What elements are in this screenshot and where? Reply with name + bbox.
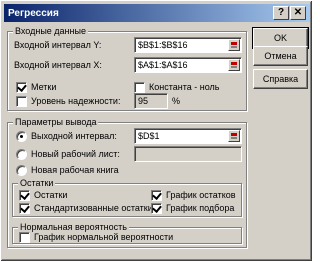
regression-dialog: Регрессия ? ✕ Входные данные Входной инт… (0, 0, 313, 262)
input-data-group: Входные данные Входной интервал Y: $B$1:… (7, 26, 247, 111)
y-range-input[interactable]: $B$1:$B$16 (134, 37, 242, 53)
confidence-unit: % (172, 96, 181, 106)
output-range-radio[interactable] (16, 131, 27, 142)
residuals-label: Остатки (34, 190, 68, 200)
close-button[interactable]: ✕ (290, 6, 306, 20)
normal-probability-group-title: Нормальная вероятность (18, 222, 129, 232)
input-data-group-title: Входные данные (13, 26, 88, 36)
residuals-group: Остатки Остатки Стандартизованные остатк… (12, 178, 242, 217)
ok-button[interactable]: OK (252, 27, 309, 49)
new-sheet-input[interactable] (134, 146, 242, 162)
residuals-group-title: Остатки (18, 178, 56, 188)
normal-probability-group: Нормальная вероятность График нормальной… (12, 222, 242, 244)
y-range-value: $B$1:$B$16 (138, 40, 188, 50)
x-range-input[interactable]: $A$1:$A$16 (134, 57, 242, 73)
normal-probability-plot-label: График нормальной вероятности (34, 232, 174, 242)
output-range-input[interactable]: $D$1 (134, 128, 242, 144)
constant-zero-label: Константа - ноль (149, 82, 220, 92)
fit-plot-checkbox[interactable] (151, 203, 162, 214)
new-workbook-radio[interactable] (16, 165, 27, 176)
y-range-collapse-icon[interactable] (228, 39, 240, 51)
new-sheet-radio[interactable] (16, 149, 27, 160)
new-workbook-label: Новая рабочая книга (31, 165, 119, 175)
new-sheet-label: Новый рабочий лист: (31, 149, 120, 159)
output-options-group: Параметры вывода Выходной интервал: $D$1… (7, 117, 247, 248)
standardized-residuals-checkbox[interactable] (19, 203, 30, 214)
help-button[interactable]: Справка (253, 69, 308, 89)
confidence-level-checkbox[interactable] (16, 96, 27, 107)
confidence-level-value: 95 (138, 96, 149, 106)
output-range-collapse-icon[interactable] (228, 130, 240, 142)
y-range-label: Входной интервал Y: (14, 40, 102, 50)
title-bar[interactable]: Регрессия ? ✕ (4, 4, 310, 22)
output-range-value: $D$1 (138, 131, 160, 141)
help-titlebar-button[interactable]: ? (273, 6, 289, 20)
residual-plot-checkbox[interactable] (151, 190, 162, 201)
labels-label: Метки (31, 82, 57, 92)
residuals-checkbox[interactable] (19, 190, 30, 201)
confidence-level-input[interactable]: 95 (134, 93, 168, 109)
confidence-level-label: Уровень надежности: (31, 96, 121, 106)
x-range-collapse-icon[interactable] (228, 59, 240, 71)
output-options-group-title: Параметры вывода (13, 117, 99, 127)
x-range-label: Входной интервал X: (14, 60, 102, 70)
normal-probability-plot-checkbox[interactable] (19, 232, 30, 243)
residual-plot-label: График остатков (166, 190, 236, 200)
window-title: Регрессия (8, 7, 59, 19)
output-range-label: Выходной интервал: (31, 131, 117, 141)
x-range-value: $A$1:$A$16 (138, 60, 188, 70)
labels-checkbox[interactable] (16, 82, 27, 93)
constant-zero-checkbox[interactable] (134, 82, 145, 93)
cancel-button[interactable]: Отмена (253, 46, 308, 66)
standardized-residuals-label: Стандартизованные остатки (34, 203, 153, 213)
fit-plot-label: График подбора (166, 203, 235, 213)
